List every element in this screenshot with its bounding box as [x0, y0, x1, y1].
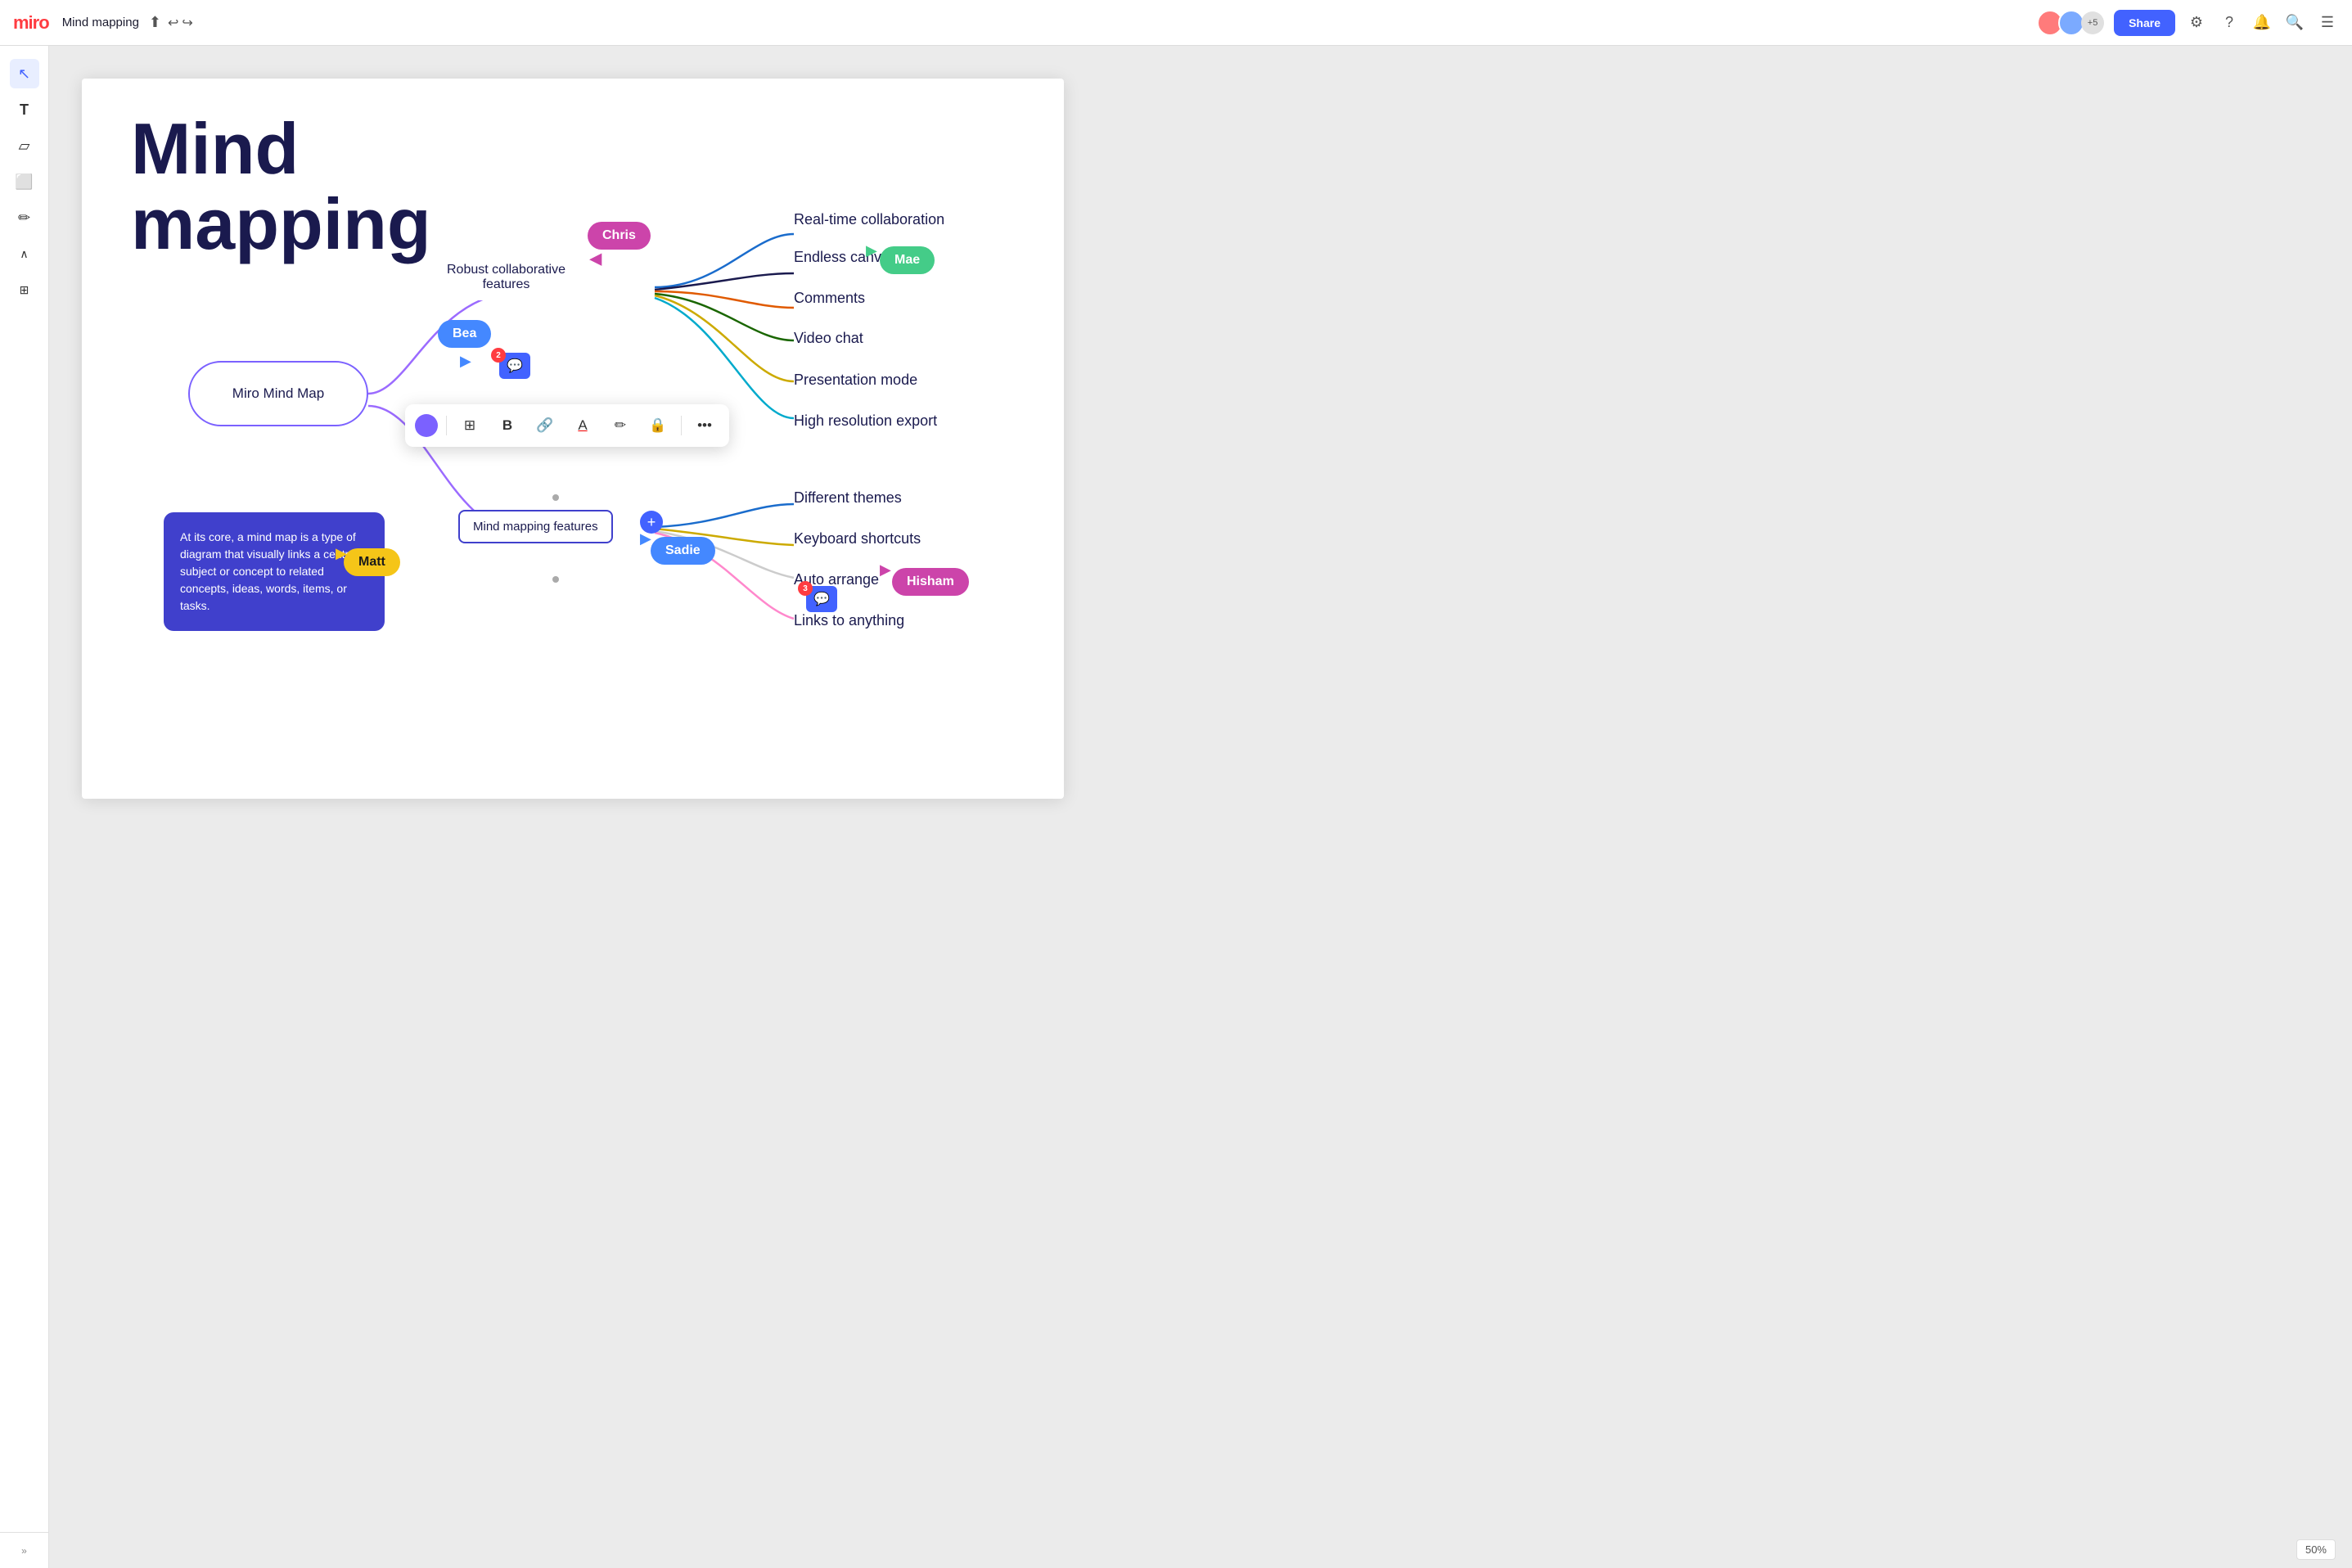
- hisham-cursor-arrow: ▶: [880, 561, 891, 579]
- node-features[interactable]: Mind mapping features: [458, 510, 613, 543]
- bottom-expand-button[interactable]: »: [0, 1532, 49, 1568]
- board-title[interactable]: Mind mapping: [62, 16, 139, 29]
- search-icon[interactable]: 🔍: [2283, 14, 2306, 31]
- sidebar-tool-connector[interactable]: ∧: [10, 239, 39, 268]
- board: Mind mapping Miro Mind Map At its core, …: [82, 79, 1064, 799]
- cursor-matt: Matt: [344, 548, 400, 576]
- sidebar-tool-text[interactable]: T: [10, 95, 39, 124]
- branch-realtime: Real-time collaboration: [794, 211, 944, 228]
- settings-icon[interactable]: ⚙: [2185, 14, 2208, 31]
- cursor-chris: Chris: [588, 222, 651, 250]
- upload-button[interactable]: ⬆: [149, 14, 161, 31]
- chris-cursor-arrow: ▶: [589, 250, 602, 271]
- cursor-bea: Bea: [438, 320, 491, 348]
- sidebar-tool-frame[interactable]: ⊞: [10, 275, 39, 304]
- branch-export: High resolution export: [794, 412, 937, 430]
- topbar: miro Mind mapping ⬆ ↩ ↪ +5 Share ⚙ ? 🔔 🔍…: [0, 0, 2352, 46]
- branch-links: Links to anything: [794, 612, 904, 629]
- help-icon[interactable]: ?: [2218, 14, 2241, 31]
- avatar-count: +5: [2081, 11, 2104, 34]
- branch-themes: Different themes: [794, 489, 902, 507]
- floating-toolbar: ⊞ B 🔗 A ✏ 🔒 •••: [405, 404, 729, 447]
- toolbar-more-button[interactable]: •••: [690, 411, 719, 440]
- toolbar-bold-button[interactable]: B: [493, 411, 522, 440]
- branch-presentation: Presentation mode: [794, 372, 917, 389]
- avatar-group: +5: [2037, 10, 2104, 36]
- redo-button[interactable]: ↪: [182, 15, 192, 31]
- toolbar-lock-button[interactable]: 🔒: [643, 411, 673, 440]
- canvas: Mind mapping Miro Mind Map At its core, …: [49, 46, 2352, 1568]
- toolbar-color-swatch[interactable]: [415, 414, 438, 437]
- sidebar-tool-shape[interactable]: ▱: [10, 131, 39, 160]
- branch-comments: Comments: [794, 290, 865, 307]
- toolbar-layout-button[interactable]: ⊞: [455, 411, 484, 440]
- miro-logo: miro: [13, 12, 49, 34]
- topbar-right: +5 Share ⚙ ? 🔔 🔍 ☰: [2037, 10, 2339, 36]
- central-node[interactable]: Miro Mind Map: [188, 361, 368, 426]
- bea-cursor-arrow: ▶: [460, 353, 471, 370]
- sidebar-tool-select[interactable]: ↖: [10, 59, 39, 88]
- mind-map-title: Mind mapping: [131, 111, 431, 263]
- notifications-icon[interactable]: 🔔: [2251, 14, 2273, 31]
- toolbar-textcolor-button[interactable]: A: [568, 411, 597, 440]
- sidebar: ↖ T ▱ ⬜ ✏ ∧ ⊞ »: [0, 46, 49, 1568]
- title-line1: Mind: [131, 111, 431, 187]
- node-robust[interactable]: Robust collaborativefeatures: [434, 255, 579, 300]
- sidebar-tool-sticky[interactable]: ⬜: [10, 167, 39, 196]
- sidebar-tool-pen[interactable]: ✏: [10, 203, 39, 232]
- share-button[interactable]: Share: [2114, 10, 2175, 36]
- toolbar-pen-button[interactable]: ✏: [606, 411, 635, 440]
- title-line2: mapping: [131, 187, 431, 262]
- toolbar-link-button[interactable]: 🔗: [530, 411, 560, 440]
- cursor-mae: Mae: [880, 246, 935, 274]
- toolbar-separator-2: [681, 416, 682, 435]
- matt-cursor-arrow: ▶: [336, 545, 347, 562]
- cursor-hisham: Hisham: [892, 568, 969, 596]
- branch-videochat: Video chat: [794, 330, 863, 347]
- toolbar-separator-1: [446, 416, 447, 435]
- dot-below-features: [552, 576, 559, 583]
- sadie-cursor-arrow: ▶: [640, 530, 651, 547]
- cursor-sadie: Sadie: [651, 537, 715, 565]
- branch-shortcuts: Keyboard shortcuts: [794, 530, 921, 547]
- undo-button[interactable]: ↩: [168, 15, 178, 31]
- menu-icon[interactable]: ☰: [2316, 14, 2339, 31]
- zoom-indicator[interactable]: 50%: [2296, 1539, 2336, 1560]
- mae-cursor-arrow: ▶: [866, 242, 877, 259]
- dot-above-features: [552, 494, 559, 501]
